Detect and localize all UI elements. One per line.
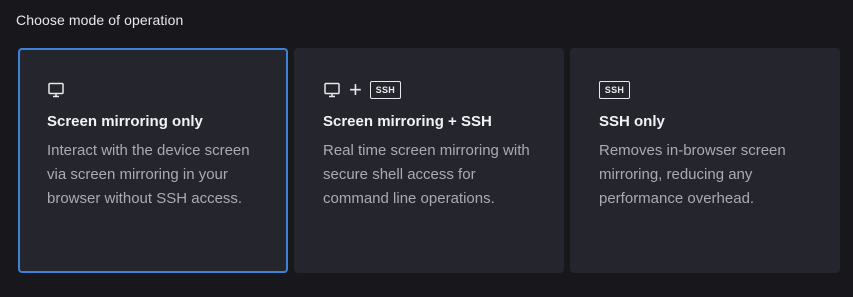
mode-card-screen-mirroring-ssh[interactable]: + SSH Screen mirroring + SSH Real time s… [294, 48, 564, 273]
ssh-icon: SSH [599, 81, 630, 99]
ssh-icon: SSH [369, 81, 401, 99]
card-icons: SSH [599, 79, 811, 101]
card-title: SSH only [599, 113, 665, 130]
card-title: Screen mirroring only [47, 113, 203, 130]
card-title: Screen mirroring + SSH [323, 113, 492, 130]
monitor-icon [47, 81, 65, 99]
plus-icon: + [349, 77, 362, 102]
card-description: Removes in-browser screen mirroring, red… [599, 142, 786, 207]
card-description: Interact with the device screen via scre… [47, 142, 250, 207]
card-icons: + SSH [323, 79, 535, 101]
section-title: Choose mode of operation [16, 12, 184, 28]
card-icons [47, 79, 259, 101]
card-description: Real time screen mirroring with secure s… [323, 142, 530, 207]
mode-card-ssh-only[interactable]: SSH SSH only Removes in-browser screen m… [570, 48, 840, 273]
monitor-icon [323, 81, 341, 99]
mode-card-screen-mirroring-only[interactable]: Screen mirroring only Interact with the … [18, 48, 288, 273]
mode-options: Screen mirroring only Interact with the … [18, 48, 840, 273]
